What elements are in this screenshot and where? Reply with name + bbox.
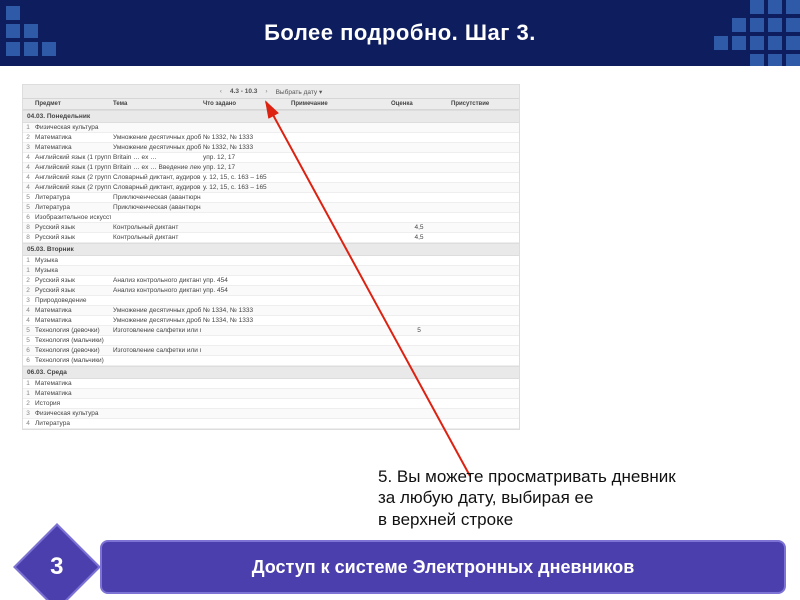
diary-row[interactable]: 8Русский языкКонтрольный диктант4,5 <box>23 233 519 243</box>
diary-row[interactable]: 1Математика <box>23 379 519 389</box>
diary-day-header: 04.03. Понедельник <box>23 110 519 123</box>
diary-row[interactable]: 1Музыка <box>23 256 519 266</box>
diary-row[interactable]: 6Технология (мальчики) <box>23 356 519 366</box>
date-range: 4.3 - 10.3 <box>230 88 257 95</box>
diary-row[interactable]: 3Физическая культура <box>23 409 519 419</box>
diary-row[interactable]: 1Физическая культура <box>23 123 519 133</box>
diary-row[interactable]: 2История <box>23 399 519 409</box>
page-number-badge: 3 <box>13 523 101 600</box>
diary-row[interactable]: 2Русский языкАнализ контрольного диктант… <box>23 286 519 296</box>
diary-row[interactable]: 1Математика <box>23 389 519 399</box>
diary-row[interactable]: 4МатематикаУмножение десятичных дробей№ … <box>23 306 519 316</box>
decor-squares-top-left <box>6 6 56 56</box>
next-week-icon[interactable]: › <box>265 88 267 95</box>
footer-caption-bar: Доступ к системе Электронных дневников <box>100 540 786 594</box>
diary-row[interactable]: 5Технология (мальчики) <box>23 336 519 346</box>
slide-title: Более подробно. Шаг 3. <box>264 20 536 46</box>
diary-row[interactable]: 2Русский языкАнализ контрольного диктант… <box>23 276 519 286</box>
diary-row[interactable]: 4Английский язык (2 группа)Словарный дик… <box>23 173 519 183</box>
diary-screenshot: ‹ 4.3 - 10.3 › Выбрать дату ▾ Предмет Те… <box>22 84 520 430</box>
diary-row[interactable]: 3МатематикаУмножение десятичных дробей№ … <box>23 143 519 153</box>
date-picker-dropdown[interactable]: Выбрать дату ▾ <box>276 88 323 96</box>
diary-row[interactable]: 5Технология (девочки)Изготовление салфет… <box>23 326 519 336</box>
diary-date-toolbar[interactable]: ‹ 4.3 - 10.3 › Выбрать дату ▾ <box>23 85 519 99</box>
footer-caption: Доступ к системе Электронных дневников <box>252 557 635 578</box>
diary-rows-container: 04.03. Понедельник1Физическая культура2М… <box>23 110 519 429</box>
diary-row[interactable]: 3Природоведение <box>23 296 519 306</box>
diary-day-header: 06.03. Среда <box>23 366 519 379</box>
decor-squares-top-right <box>714 0 800 68</box>
slide-body: ‹ 4.3 - 10.3 › Выбрать дату ▾ Предмет Те… <box>0 66 800 534</box>
diary-row[interactable]: 2МатематикаУмножение десятичных дробей№ … <box>23 133 519 143</box>
diary-row[interactable]: 8Русский языкКонтрольный диктант4,5 <box>23 223 519 233</box>
diary-row[interactable]: 4Литература <box>23 419 519 429</box>
diary-row[interactable]: 6Технология (девочки)Изготовление салфет… <box>23 346 519 356</box>
diary-column-headers: Предмет Тема Что задано Примечание Оценк… <box>23 99 519 110</box>
prev-week-icon[interactable]: ‹ <box>220 88 222 95</box>
diary-row[interactable]: 5ЛитератураПриключенческая (авантюрна… <box>23 193 519 203</box>
diary-row[interactable]: 6Изобразительное искусство <box>23 213 519 223</box>
slide-header: Более подробно. Шаг 3. <box>0 0 800 66</box>
annotation-text: 5. Вы можете просматривать дневник за лю… <box>378 466 778 530</box>
diary-row[interactable]: 1Музыка <box>23 266 519 276</box>
slide-footer: 3 Доступ к системе Электронных дневников <box>0 534 800 600</box>
diary-day-header: 05.03. Вторник <box>23 243 519 256</box>
diary-row[interactable]: 4Английский язык (2 группа)Словарный дик… <box>23 183 519 193</box>
diary-row[interactable]: 4МатематикаУмножение десятичных дробей№ … <box>23 316 519 326</box>
diary-row[interactable]: 5ЛитератураПриключенческая (авантюрна… <box>23 203 519 213</box>
diary-row[interactable]: 4Английский язык (1 группа)Britain … ex … <box>23 163 519 173</box>
diary-row[interactable]: 4Английский язык (1 группа)Britain … ex … <box>23 153 519 163</box>
